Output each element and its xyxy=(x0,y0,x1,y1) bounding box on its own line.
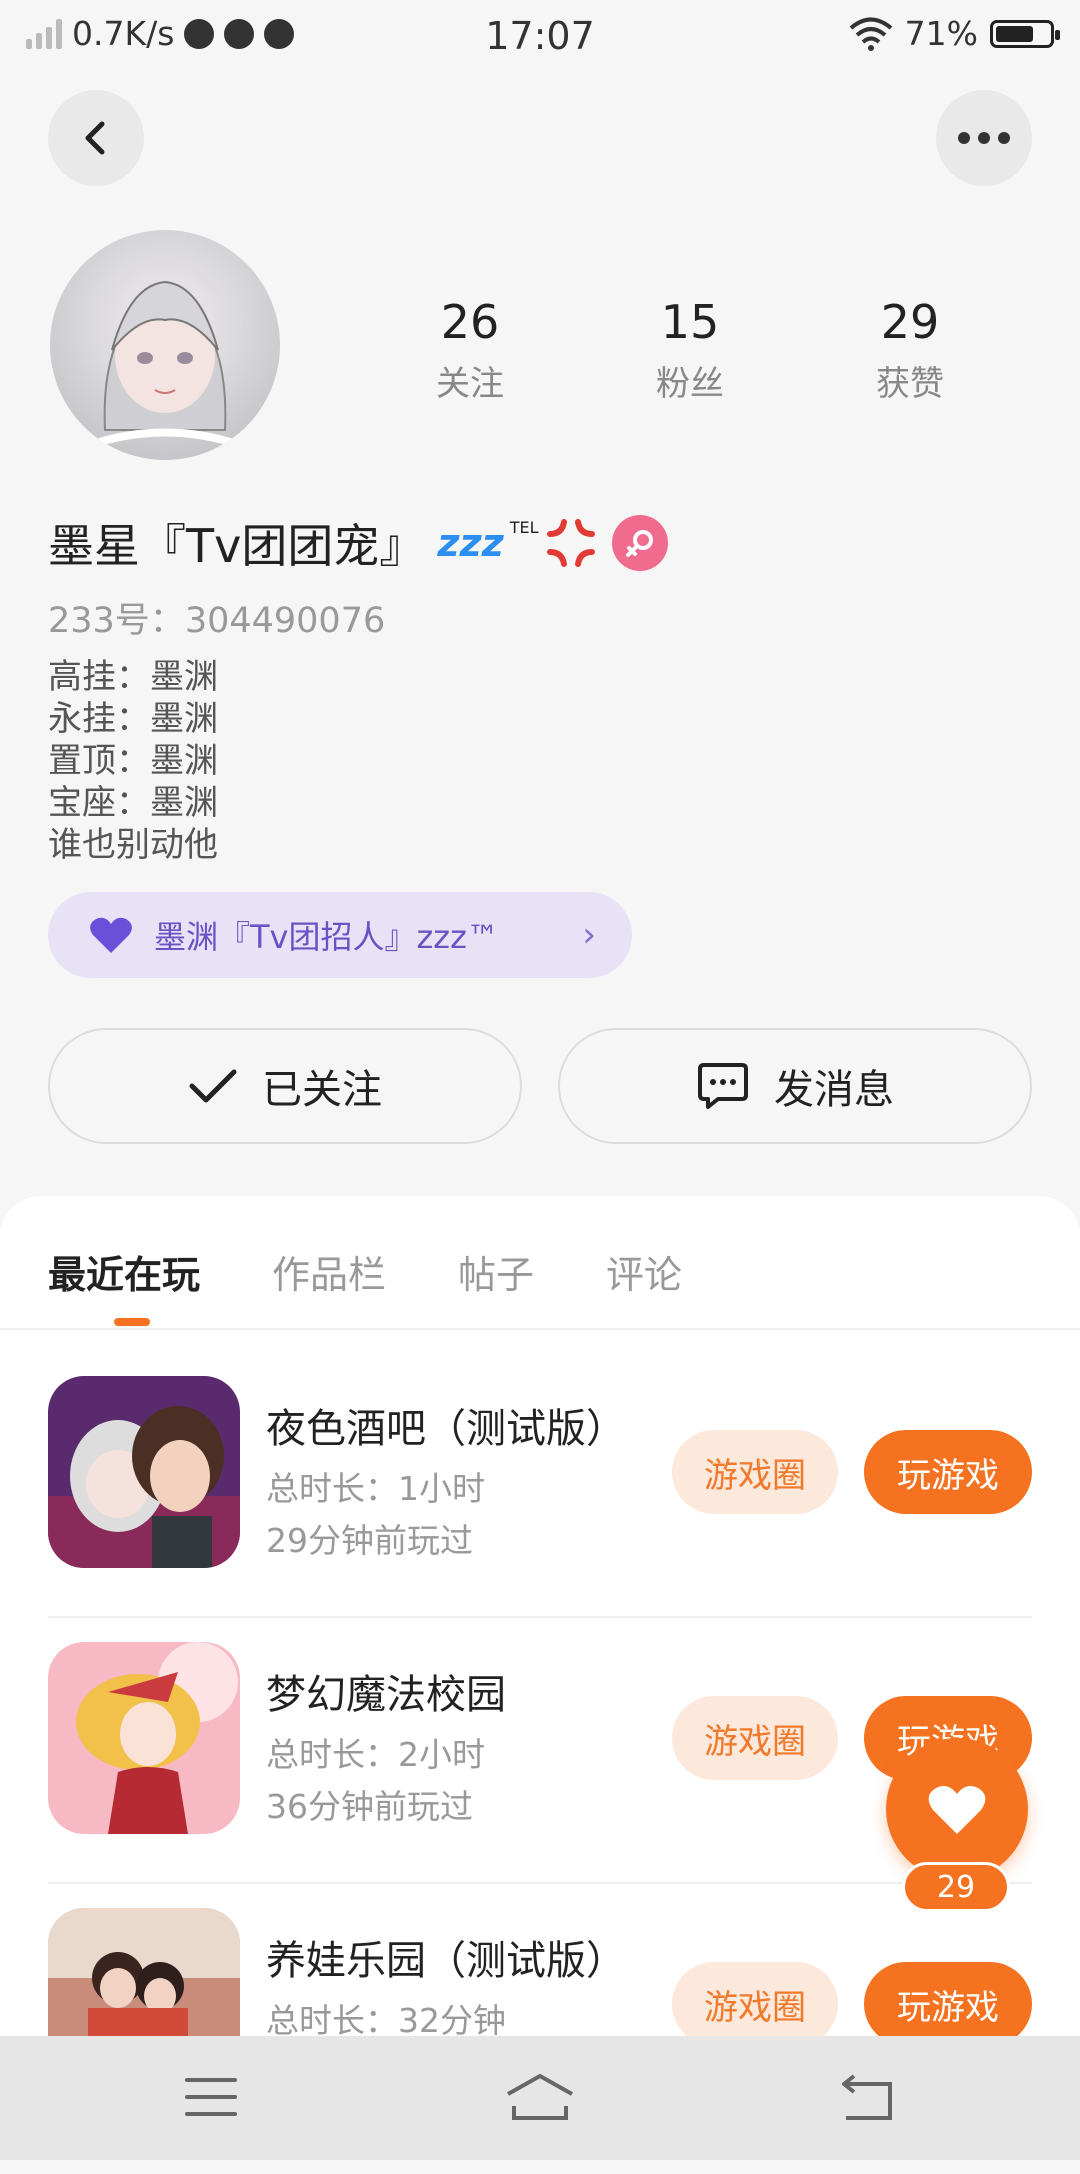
active-tab-indicator xyxy=(114,1318,150,1326)
bio-line: 宝座：墨渊 xyxy=(48,783,218,823)
tab-works[interactable]: 作品栏 xyxy=(272,1244,386,1299)
menu-icon[interactable] xyxy=(184,2072,238,2122)
game-title: 养娃乐园（测试版） xyxy=(266,1938,626,1984)
stat-label: 获赞 xyxy=(876,364,944,404)
profile-stats: 26 关注 15 粉丝 29 获赞 xyxy=(360,292,1020,405)
divider xyxy=(48,1616,1032,1618)
tab-bar: 最近在玩 作品栏 帖子 评论 xyxy=(48,1244,682,1299)
game-title: 梦幻魔法校园 xyxy=(266,1672,506,1718)
club-name: 墨渊『Tv团招人』zzz™ xyxy=(154,918,499,956)
bio-line: 谁也别动他 xyxy=(48,825,218,865)
battery-level xyxy=(996,25,1033,42)
stat-label: 关注 xyxy=(436,364,504,404)
message-button[interactable]: 发消息 xyxy=(558,1028,1032,1144)
game-icon xyxy=(48,1642,240,1834)
tel-badge: TEL xyxy=(509,517,539,537)
home-icon[interactable] xyxy=(504,2072,576,2124)
chevron-right-icon: › xyxy=(582,915,596,955)
wifi-icon xyxy=(849,17,892,51)
game-last-played: 29分钟前玩过 xyxy=(266,1521,473,1560)
heart-icon xyxy=(90,917,132,953)
chevron-left-icon xyxy=(85,121,105,155)
play-game-button[interactable]: 玩游戏 xyxy=(864,1962,1032,2046)
game-last-played: 36分钟前玩过 xyxy=(266,1787,473,1826)
female-gender-icon xyxy=(612,515,669,571)
heart-icon xyxy=(928,1786,986,1834)
status-right: 71% xyxy=(849,14,1060,53)
more-horizontal-icon xyxy=(958,132,1010,144)
user-id-label: 233号： xyxy=(48,601,185,641)
stat-likes[interactable]: 29 获赞 xyxy=(800,292,1020,405)
back-button[interactable] xyxy=(48,90,144,186)
more-button[interactable] xyxy=(936,90,1032,186)
stat-value: 15 xyxy=(660,295,720,349)
game-icon xyxy=(48,1376,240,1568)
like-count: 29 xyxy=(902,1862,1010,1912)
message-label: 发消息 xyxy=(774,1067,894,1113)
game-item[interactable]: 梦幻魔法校园 总时长：2小时 36分钟前玩过 游戏圈 玩游戏 xyxy=(48,1642,1032,1908)
like-fab[interactable] xyxy=(886,1738,1028,1880)
bio-line: 高挂：墨渊 xyxy=(48,657,218,697)
bio: 高挂：墨渊 永挂：墨渊 置顶：墨渊 宝座：墨渊 谁也别动他 xyxy=(48,656,218,866)
bio-line: 永挂：墨渊 xyxy=(48,699,218,739)
avatar[interactable] xyxy=(50,230,280,460)
divider xyxy=(48,1882,1032,1884)
check-icon xyxy=(189,1069,237,1103)
stat-value: 29 xyxy=(880,295,940,349)
game-circle-button[interactable]: 游戏圈 xyxy=(672,1962,838,2046)
sleep-emoji: zzz xyxy=(437,521,504,565)
user-id-value: 304490076 xyxy=(184,601,386,641)
game-item[interactable]: 夜色酒吧（测试版） 总时长：1小时 29分钟前玩过 游戏圈 玩游戏 xyxy=(48,1376,1032,1642)
game-circle-button[interactable]: 游戏圈 xyxy=(672,1696,838,1780)
stat-followers[interactable]: 15 粉丝 xyxy=(580,292,800,405)
battery-icon xyxy=(990,19,1060,48)
tab-recently-played[interactable]: 最近在玩 xyxy=(48,1244,200,1299)
system-nav-bar xyxy=(0,2036,1080,2160)
back-icon[interactable] xyxy=(838,2072,898,2124)
anger-emoji-icon xyxy=(547,519,596,567)
bio-line: 置顶：墨渊 xyxy=(48,741,218,781)
chat-bubble-icon xyxy=(698,1063,748,1109)
nickname: 墨星『Tv团团宠』 xyxy=(48,519,426,573)
game-duration: 总时长：1小时 xyxy=(266,1469,485,1508)
game-duration: 总时长：32分钟 xyxy=(266,2001,506,2040)
following-button[interactable]: 已关注 xyxy=(48,1028,522,1144)
following-label: 已关注 xyxy=(262,1067,382,1113)
club-badge[interactable]: 墨渊『Tv团招人』zzz™ › xyxy=(48,892,632,978)
stat-following[interactable]: 26 关注 xyxy=(360,292,580,405)
stat-value: 26 xyxy=(440,295,500,349)
game-duration: 总时长：2小时 xyxy=(266,1735,485,1774)
tab-posts[interactable]: 帖子 xyxy=(458,1244,534,1299)
game-circle-button[interactable]: 游戏圈 xyxy=(672,1430,838,1514)
divider xyxy=(0,1328,1080,1330)
tab-comments[interactable]: 评论 xyxy=(606,1244,682,1299)
game-title: 夜色酒吧（测试版） xyxy=(266,1406,626,1452)
play-game-button[interactable]: 玩游戏 xyxy=(864,1430,1032,1514)
user-id: 233号：304490076 xyxy=(48,592,385,643)
status-bar: 0.7K/s 17:07 71% xyxy=(0,0,1080,72)
battery-percent: 71% xyxy=(904,14,978,53)
avatar-illustration xyxy=(88,280,242,449)
nickname-row: 墨星『Tv团团宠』 zzz TEL xyxy=(48,510,669,576)
stat-label: 粉丝 xyxy=(656,364,724,404)
